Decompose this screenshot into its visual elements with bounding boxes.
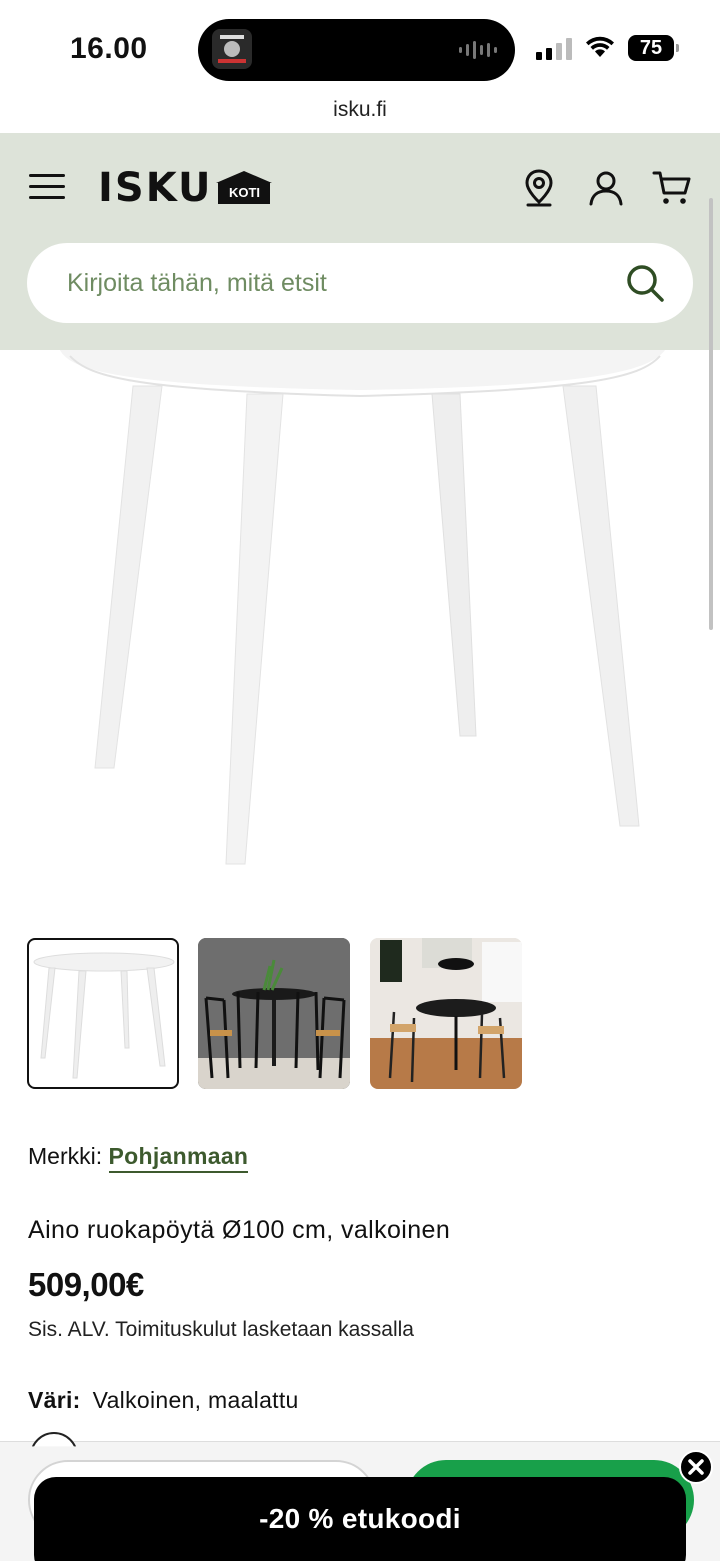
account-icon[interactable] [586, 168, 626, 208]
search-icon[interactable] [625, 263, 665, 303]
store-locator-icon[interactable] [519, 168, 559, 208]
site-logo[interactable]: ISKU KOTI [98, 165, 273, 211]
brand-line: Merkki: Pohjanmaan [28, 1143, 249, 1173]
wifi-icon [586, 36, 614, 57]
status-bar: 16.00 75 isku.fi [0, 0, 720, 121]
color-label: Väri: [28, 1387, 81, 1413]
cellular-signal-icon [536, 38, 572, 60]
tax-shipping-note: Sis. ALV. Toimituskulut lasketaan kassal… [28, 1318, 414, 1341]
brand-label: Merkki: [28, 1143, 103, 1169]
promo-banner[interactable]: -20 % etukoodi [34, 1477, 686, 1561]
product-price: 509,00€ [28, 1266, 144, 1303]
search-input[interactable] [67, 243, 607, 323]
color-line: Väri: Valkoinen, maalattu [28, 1387, 299, 1414]
hamburger-menu-icon[interactable] [29, 172, 65, 202]
product-main-image[interactable] [0, 350, 720, 890]
product-thumbnail[interactable] [198, 938, 350, 1089]
now-playing-artwork [212, 29, 252, 69]
product-thumbnail[interactable] [27, 938, 179, 1089]
color-value: Valkoinen, maalattu [92, 1387, 299, 1413]
audio-wave-icon [459, 41, 497, 59]
thumbnail-image-table [33, 952, 175, 1079]
product-title: Aino ruokapöytä Ø100 cm, valkoinen [28, 1216, 451, 1244]
search-bar[interactable] [27, 243, 693, 323]
thumbnail-image-dining-room [370, 938, 522, 1089]
close-icon[interactable] [679, 1450, 713, 1484]
status-time: 16.00 [70, 32, 148, 65]
brand-link[interactable]: Pohjanmaan [108, 1143, 249, 1173]
cart-icon[interactable] [652, 168, 692, 208]
address-bar-url[interactable]: isku.fi [0, 98, 720, 122]
logo-badge: KOTI [218, 182, 271, 204]
thumbnail-image-dining-set [198, 938, 350, 1089]
product-thumbnail[interactable] [370, 938, 522, 1089]
logo-house-icon: KOTI [216, 171, 273, 205]
close-x-glyph [688, 1459, 704, 1475]
promo-text: -20 % etukoodi [259, 1503, 461, 1534]
battery-indicator: 75 [628, 35, 679, 61]
logo-text: ISKU [98, 165, 213, 211]
dynamic-island[interactable] [198, 19, 515, 81]
